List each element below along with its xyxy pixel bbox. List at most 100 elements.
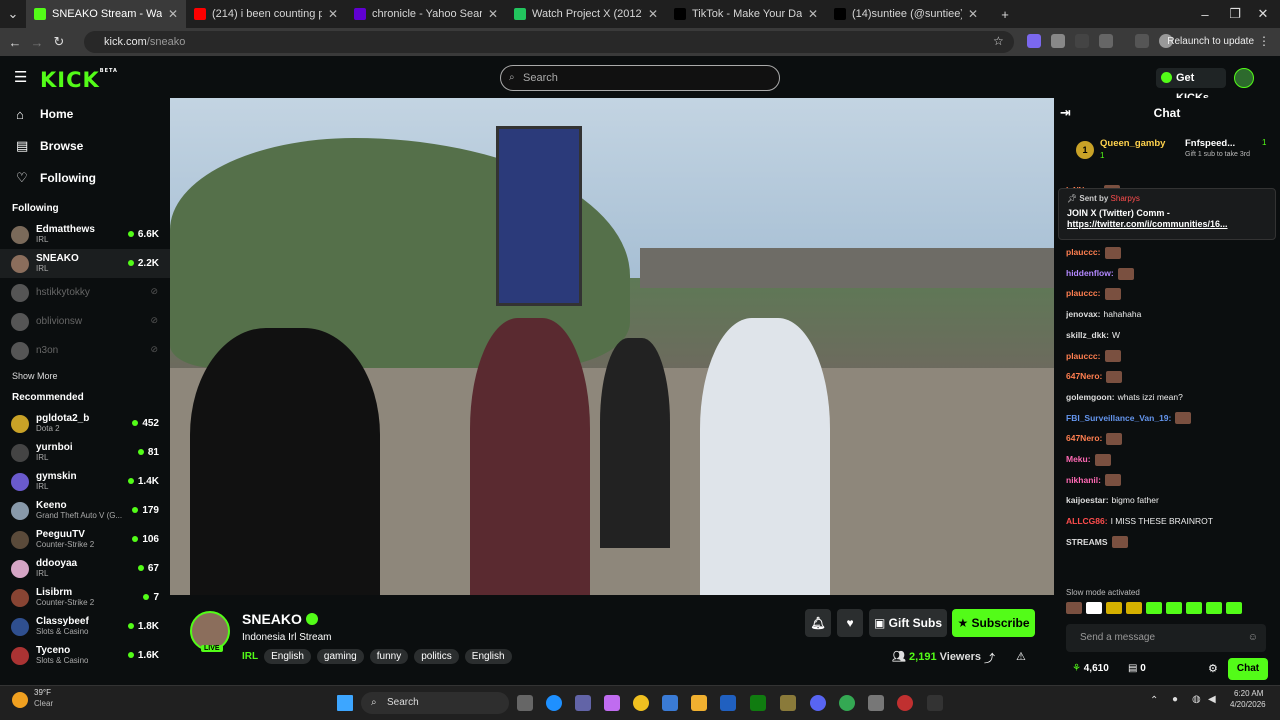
task-view-icon[interactable] — [517, 695, 533, 711]
subscribe-button[interactable]: ★ Subscribe — [952, 609, 1035, 637]
kick-logo[interactable]: KICKBETA — [40, 68, 118, 92]
browser-tab[interactable]: SNEAKO Stream - Watch Li ✕ — [26, 0, 186, 28]
emote-icon[interactable] — [1106, 602, 1122, 614]
video-player[interactable] — [170, 98, 1054, 595]
bookmark-star-icon[interactable]: ☆ — [993, 34, 1004, 48]
restore-icon[interactable]: ❐ — [1224, 6, 1246, 22]
collapse-chat-icon[interactable]: ⇥ — [1060, 98, 1071, 128]
extension-icon[interactable] — [1051, 34, 1065, 48]
sidebar-channel[interactable]: Tyceno Slots & Casino 1.6K — [0, 641, 170, 670]
network-icon[interactable]: ◍ — [1192, 694, 1201, 705]
extension-icon[interactable] — [1075, 34, 1089, 48]
minimize-icon[interactable]: – — [1194, 7, 1216, 22]
tag-chip[interactable]: English — [264, 649, 311, 664]
chat-input[interactable]: Send a message ☺ — [1066, 624, 1266, 652]
sidebar-channel[interactable]: n3on ⊘ — [0, 336, 170, 365]
notification-bell-button[interactable]: 🔔︎ — [805, 609, 831, 637]
media-icon[interactable] — [1135, 34, 1149, 48]
kicks-balance[interactable]: ⚘ 4,610 — [1072, 663, 1109, 674]
sidebar-channel[interactable]: PeeguuTV Counter-Strike 2 106 — [0, 525, 170, 554]
sidebar-channel[interactable]: hstikkytokky ⊘ — [0, 278, 170, 307]
pinned-message[interactable]: 📌︎ Sent by Sharpys JOIN X (Twitter) Comm… — [1058, 188, 1276, 240]
sidebar-channel[interactable]: yurnboi IRL 81 — [0, 438, 170, 467]
chat-username[interactable]: kaijoestar: — [1066, 495, 1109, 505]
close-tab-icon[interactable]: ✕ — [808, 7, 818, 21]
tag-chip[interactable]: funny — [369, 649, 409, 664]
close-tab-icon[interactable]: ✕ — [168, 7, 178, 21]
settings-icon[interactable] — [868, 695, 884, 711]
chat-username[interactable]: plauccc: — [1066, 247, 1101, 257]
emote-icon[interactable] — [1086, 602, 1102, 614]
sidebar-channel[interactable]: ddooyaa IRL 67 — [0, 554, 170, 583]
search-input[interactable]: ⌕ Search — [500, 65, 780, 91]
chat-username[interactable]: Meku: — [1066, 454, 1091, 464]
emote-icon[interactable] — [1186, 602, 1202, 614]
user-avatar[interactable] — [1234, 68, 1254, 88]
nav-following[interactable]: ♡ Following — [0, 162, 170, 194]
clock-date[interactable]: 4/20/2026 — [1230, 700, 1266, 709]
tab-search-icon[interactable]: ⌄ — [0, 6, 26, 22]
pinned-link[interactable]: https://twitter.com/i/communities/16... — [1067, 219, 1267, 229]
report-icon[interactable]: ⚠ — [1016, 650, 1026, 663]
taskbar-search[interactable]: ⌕ Search — [361, 692, 509, 714]
chrome-icon[interactable] — [839, 695, 855, 711]
chat-username[interactable]: 647Nero: — [1066, 371, 1102, 381]
sidebar-channel[interactable]: Keeno Grand Theft Auto V (G... 179 — [0, 496, 170, 525]
chrome-icon[interactable] — [633, 695, 649, 711]
start-button[interactable] — [337, 695, 353, 711]
browser-tab[interactable]: Watch Project X (2012) For Free ✕ — [506, 0, 666, 28]
chat-username[interactable]: nikhanil: — [1066, 475, 1101, 485]
gift-target[interactable]: Fnfspeed... — [1185, 138, 1235, 149]
app-icon[interactable] — [780, 695, 796, 711]
emote-icon[interactable] — [1166, 602, 1182, 614]
close-tab-icon[interactable]: ✕ — [488, 7, 498, 21]
emote-icon[interactable] — [1226, 602, 1242, 614]
settings-gear-icon[interactable]: ⚙ — [1208, 662, 1218, 675]
emote-icon[interactable] — [1146, 602, 1162, 614]
sidebar-channel[interactable]: Classybeef Slots & Casino 1.8K — [0, 612, 170, 641]
url-input[interactable]: kick.com/sneako — [84, 31, 1014, 53]
emote-icon[interactable] — [1066, 602, 1082, 614]
chat-username[interactable]: plauccc: — [1066, 288, 1101, 298]
puzzle-icon[interactable] — [1099, 34, 1113, 48]
channel-name[interactable]: SNEAKO — [242, 611, 318, 627]
gift-count[interactable]: ▤ 0 — [1128, 663, 1146, 674]
app-icon[interactable] — [720, 695, 736, 711]
sidebar-channel[interactable]: pgldota2_b Dota 2 452 — [0, 409, 170, 438]
emote-icon[interactable] — [1206, 602, 1222, 614]
close-window-icon[interactable]: ✕ — [1252, 6, 1274, 22]
epic-games-icon[interactable] — [927, 695, 943, 711]
chat-username[interactable]: STREAMS — [1066, 537, 1108, 547]
menu-icon[interactable]: ⋮ — [1258, 34, 1270, 48]
gift-subs-button[interactable]: ▣ Gift Subs — [869, 609, 947, 637]
back-icon[interactable]: ← — [4, 35, 26, 50]
chat-username[interactable]: FBI_Surveillance_Van_19: — [1066, 413, 1171, 423]
reload-icon[interactable]: ↻ — [48, 34, 70, 50]
close-tab-icon[interactable]: ✕ — [328, 7, 338, 21]
chat-send-button[interactable]: Chat — [1228, 658, 1268, 680]
close-tab-icon[interactable]: ✕ — [968, 7, 978, 21]
sidebar-channel[interactable]: oblivionsw ⊘ — [0, 307, 170, 336]
emoji-icon[interactable]: ☺ — [1248, 624, 1258, 652]
browser-tab[interactable]: (214) i been counting paper i g ✕ — [186, 0, 346, 28]
chat-username[interactable]: jenovax: — [1066, 309, 1101, 319]
category-link[interactable]: IRL — [242, 649, 258, 664]
copilot-icon[interactable] — [604, 695, 620, 711]
top-gifter[interactable]: Queen_gamby — [1100, 138, 1165, 149]
mic-icon[interactable]: ● — [1172, 694, 1178, 705]
close-tab-icon[interactable]: ✕ — [648, 7, 658, 21]
chat-username[interactable]: skillz_dkk: — [1066, 330, 1109, 340]
nav-home[interactable]: ⌂ Home — [0, 98, 170, 130]
hamburger-menu-icon[interactable]: ☰ — [14, 68, 27, 86]
sidebar-channel[interactable]: Edmatthews IRL 6.6K — [0, 220, 170, 249]
xbox-icon[interactable] — [750, 695, 766, 711]
show-more-button[interactable]: Show More — [0, 365, 170, 387]
relaunch-button[interactable]: Relaunch to update — [1167, 36, 1254, 47]
clock-time[interactable]: 6:20 AM — [1234, 689, 1263, 698]
share-icon[interactable]: ⤴ — [984, 650, 995, 666]
browser-tab[interactable]: chronicle - Yahoo Search Result ✕ — [346, 0, 506, 28]
teams-icon[interactable] — [575, 695, 591, 711]
forward-icon[interactable]: → — [26, 35, 48, 50]
app-icon[interactable] — [897, 695, 913, 711]
sidebar-channel[interactable]: gymskin IRL 1.4K — [0, 467, 170, 496]
